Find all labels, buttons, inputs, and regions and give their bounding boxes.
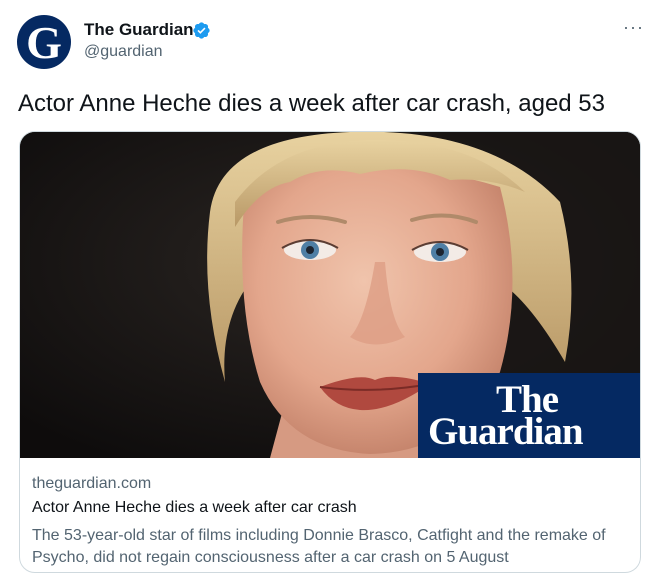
author-avatar[interactable]: G [17, 15, 71, 69]
card-image[interactable]: The Guardian [20, 132, 640, 458]
card-body[interactable]: theguardian.com Actor Anne Heche dies a … [32, 475, 632, 569]
guardian-logo: The Guardian [418, 373, 640, 458]
card-domain: theguardian.com [32, 475, 152, 492]
logo-line-guardian: Guardian [428, 410, 584, 453]
tweet: G The Guardian @guardian ··· Actor Anne … [0, 0, 660, 578]
more-horizontal-icon[interactable]: ··· [623, 18, 644, 36]
link-preview-card[interactable]: The Guardian theguardian.com Actor Anne … [19, 131, 641, 573]
card-title: Actor Anne Heche dies a week after car c… [32, 499, 357, 516]
verified-badge-icon [193, 22, 210, 39]
author-display-name[interactable]: The Guardian [84, 20, 194, 40]
avatar-letter: G [26, 17, 62, 68]
author-handle[interactable]: @guardian [84, 43, 163, 61]
tweet-text: Actor Anne Heche dies a week after car c… [18, 90, 606, 117]
card-description: The 53-year-old star of films including … [32, 527, 606, 566]
